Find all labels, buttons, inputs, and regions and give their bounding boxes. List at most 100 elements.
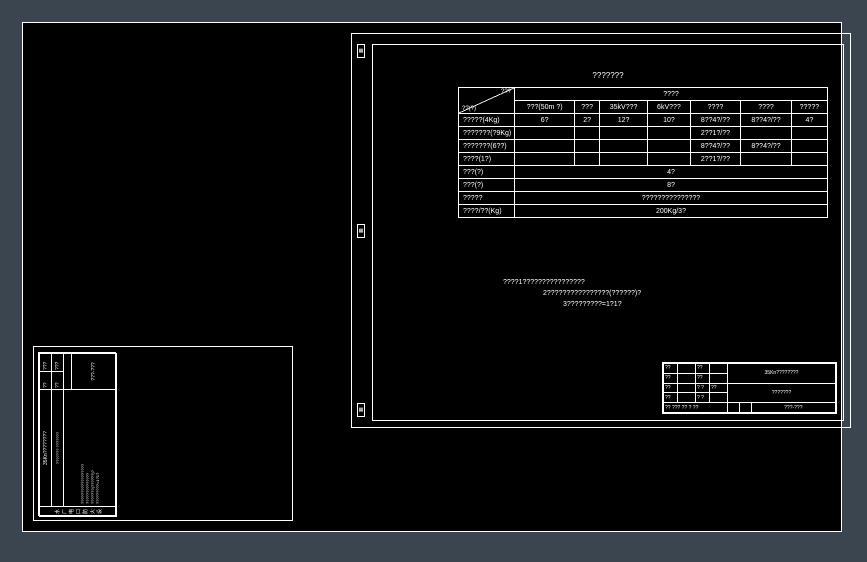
tb-cell: ?? [710,383,728,393]
tb-cell [739,403,751,413]
sheet-title: ??????? [373,71,843,80]
tb-cell [678,383,696,393]
super-header: ???? [515,88,828,101]
cell: 8??4?/?? [741,114,792,127]
table-row: ???????(6??) 8??4?/?? 8??4?/?? [459,140,828,153]
tb-cell [710,373,728,383]
merged-cell: 8? [515,179,828,192]
side-mark: ▦ [357,403,365,417]
tb-org: 35Kn???????? [728,364,836,384]
tb-cell: ? ? [696,393,710,403]
cell: 12? [599,114,647,127]
tb-cell: ?? [696,364,710,374]
tb-cell: ?? [696,373,710,383]
table-row: ?????(4Kg) 6? 2? 12? 10? 8??4?/?? 8??4?/… [459,114,828,127]
cell: 2? [575,114,600,127]
merged-cell: 4? [515,166,828,179]
inner-frame: ??????? ??? ??(?) ???? ???(50m ?) ??? 35… [372,44,844,421]
notes-block: ????1???????????????? 2????????????????(… [503,277,641,311]
row-label: ????/??(Kg) [459,205,515,218]
stb-cell: ?? [40,372,52,390]
row-label: ???(?) [459,166,515,179]
tb-cell [678,373,696,383]
cell: 10? [648,114,690,127]
stb-cell [64,354,72,390]
row-label: ???????(?9Kg) [459,127,515,140]
cell [791,127,827,140]
row-label: ???????(6??) [459,140,515,153]
diag-top-label: ??? [501,89,511,95]
secondary-drawing-sheet: 水厂电口防火设 35Kn???????? ?? ??? ??????? ????… [33,346,293,521]
tb-cell: ?? [664,373,678,383]
table-row: ????/??(Kg) 200Kg/3? [459,205,828,218]
col-header: 6kV??? [648,101,690,114]
col-header: ???? [741,101,792,114]
spec-table: ??? ??(?) ???? ???(50m ?) ??? 35kV??? 6k… [458,87,828,218]
cell [575,140,600,153]
table-header-row: ??? ??(?) ???? [459,88,828,101]
tb-num: ???-??? [751,403,835,413]
diag-bot-label: ??(?) [462,106,476,112]
row-label: ????? [459,192,515,205]
cell: 2??1?/?? [690,127,741,140]
stb-cell: ?? [52,372,64,390]
cell: 8??4?/?? [741,140,792,153]
tb-cell: ? ? [696,383,710,393]
side-mark: ▦ [357,44,365,58]
table-row: ???(?) 4? [459,166,828,179]
tb-cell [728,403,740,413]
cell [648,140,690,153]
table-row: ???????(?9Kg) 2??1?/?? [459,127,828,140]
note-line: 3?????????=1?1? [503,299,641,310]
cell: 8??4?/?? [690,114,741,127]
cell [599,140,647,153]
merged-cell: ??????????????? [515,192,828,205]
cell: 8??4?/?? [690,140,741,153]
stb-cell: ??? [40,354,52,372]
cell [575,153,600,166]
stb-org: 35Kn???????? [40,390,52,507]
cell [575,127,600,140]
stb-num: ???-??? [72,354,117,390]
table-row: ????(1?) 2??1?/?? [459,153,828,166]
cell [648,153,690,166]
cell: 2??1?/?? [690,153,741,166]
cell [741,153,792,166]
tb-cell: ?? [664,364,678,374]
tb-cell [710,364,728,374]
col-header: ????? [791,101,827,114]
side-registration-marks: ▦ ▦ ▦ [357,44,369,417]
cell [791,153,827,166]
cell [791,140,827,153]
tb-cell: ?? [664,383,678,393]
cell [515,140,575,153]
cell [599,127,647,140]
cell: 6? [515,114,575,127]
row-label: ????(1?) [459,153,515,166]
tb-cell [710,393,728,403]
title-block: ?? ?? 35Kn???????? ?? ?? ?? [662,362,837,414]
tb-cell [678,364,696,374]
tb-cell [678,393,696,403]
table-row: ???(?) 8? [459,179,828,192]
row-label: ?????(4Kg) [459,114,515,127]
stb-notes: ?????????????????? ?????????????? ??????… [64,390,117,507]
col-header: ???? [690,101,741,114]
note-line: ????1???????????????? [503,277,641,288]
cell [515,153,575,166]
side-mark: ▦ [357,224,365,238]
tb-sub: ??????? [728,383,836,403]
table-row: ????? ??????????????? [459,192,828,205]
col-header: ???(50m ?) [515,101,575,114]
cell [741,127,792,140]
cell [648,127,690,140]
drawing-canvas: ▦ ▦ ▦ ??????? ??? ??(?) ???? ???(50m ?) … [22,22,842,532]
cell: 4? [791,114,827,127]
stb-title: 水厂电口防火设 [40,507,117,517]
col-header: ??? [575,101,600,114]
row-label: ???(?) [459,179,515,192]
stb-sub: ??????? ??????? [52,390,64,507]
diagonal-header-cell: ??? ??(?) [459,88,515,114]
stb-cell: ??? [52,354,64,372]
col-header: 35kV??? [599,101,647,114]
